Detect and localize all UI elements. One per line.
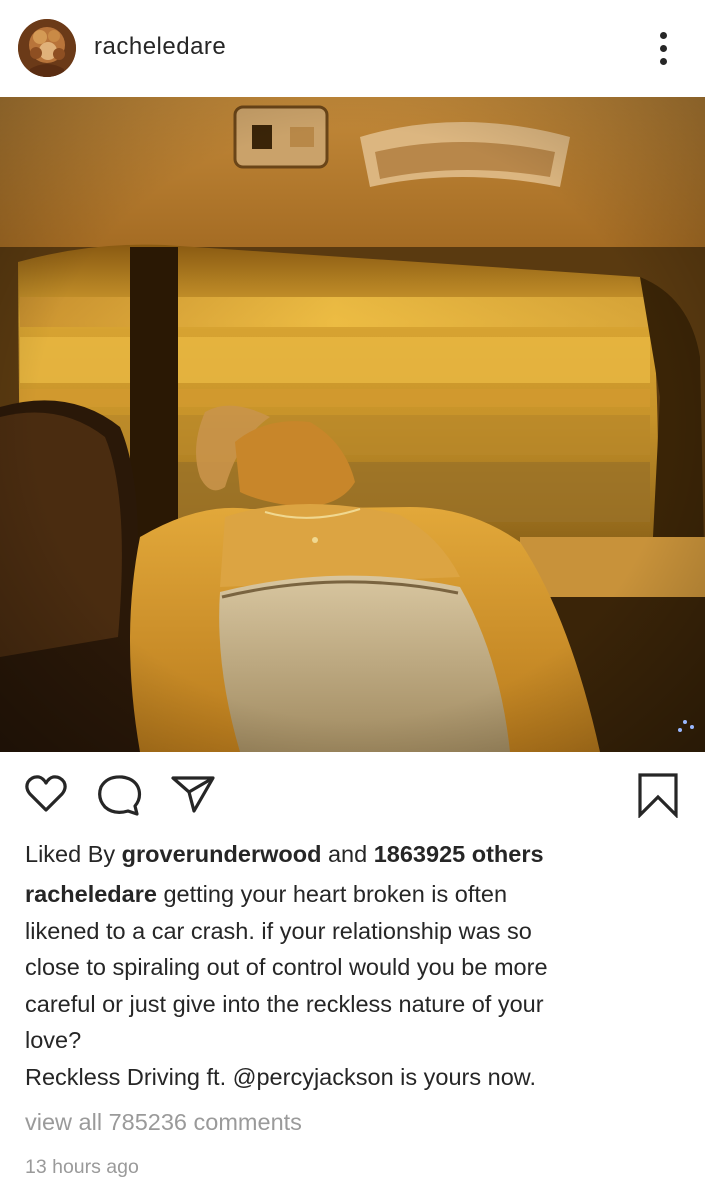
post-timestamp: 13 hours ago: [25, 1156, 139, 1178]
likes-summary: Liked By groverunderwood and 1863925 oth…: [25, 839, 544, 869]
caption-text: getting your heart broken is often: [156, 881, 508, 907]
post-photo[interactable]: [0, 97, 705, 752]
caption-line: close to spiraling out of control would …: [25, 954, 548, 980]
more-dot: [660, 58, 667, 65]
more-dot: [660, 32, 667, 39]
view-all-comments-link[interactable]: view all 785236 comments: [25, 1106, 302, 1138]
more-options-icon[interactable]: [650, 30, 678, 66]
share-icon[interactable]: [170, 774, 216, 814]
bookmark-icon[interactable]: [636, 772, 680, 819]
caption-username[interactable]: racheledare: [25, 881, 157, 907]
caption-line: love?: [25, 1027, 82, 1053]
avatar-image: [18, 19, 76, 77]
likes-middle: and: [321, 841, 374, 867]
avatar[interactable]: [18, 19, 76, 77]
likes-prefix: Liked By: [25, 841, 122, 867]
post-caption: racheledare getting your heart broken is…: [25, 876, 685, 1095]
comment-icon[interactable]: [97, 774, 143, 818]
liked-by-username[interactable]: groverunderwood: [122, 841, 322, 867]
caption-line: Reckless Driving ft. @percyjackson is yo…: [25, 1063, 536, 1090]
more-dot: [660, 45, 667, 52]
heart-icon[interactable]: [24, 774, 68, 814]
post-header: racheledare: [0, 0, 705, 97]
post-actions-bar: [0, 752, 705, 838]
caption-line: careful or just give into the reckless n…: [25, 990, 544, 1017]
caption-line: racheledare getting your heart broken is…: [25, 876, 685, 913]
post-username[interactable]: racheledare: [94, 33, 226, 61]
photo-illustration: [0, 97, 705, 752]
likes-others-count[interactable]: 1863925 others: [374, 841, 544, 867]
caption-line: likened to a car crash. if your relation…: [25, 917, 532, 944]
